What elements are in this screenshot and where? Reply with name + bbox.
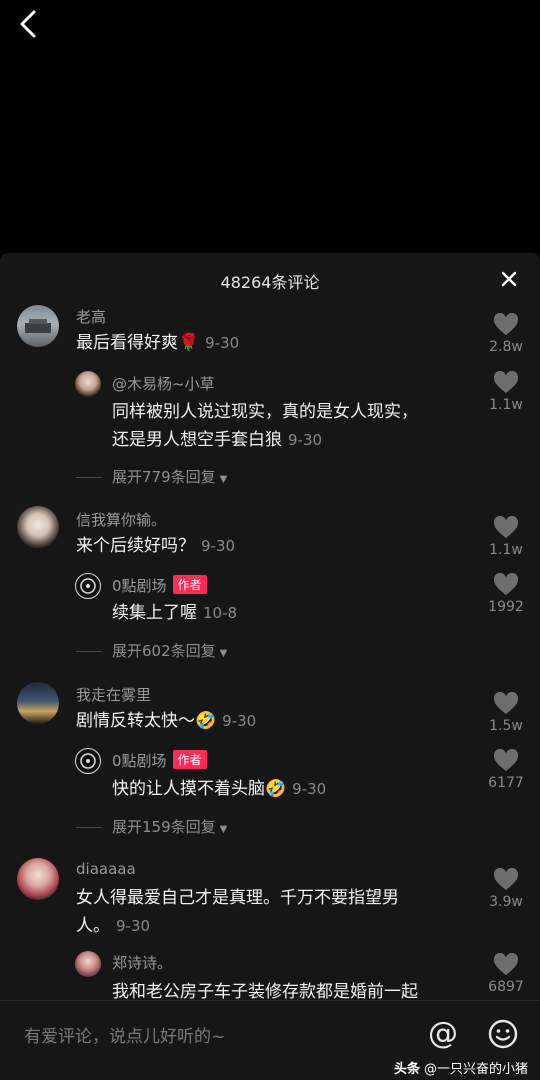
author-badge: 作者 <box>172 575 207 594</box>
reply-body: 续集上了喔 <box>112 603 197 623</box>
avatar[interactable] <box>75 748 101 774</box>
watermark-handle: @一只兴奋的小猪 <box>423 1062 528 1077</box>
close-icon <box>501 271 517 287</box>
avatar[interactable] <box>75 951 101 977</box>
watermark-brand: 头条 <box>393 1062 420 1077</box>
comment-text: 剧情反转太快～🤣 9-30 <box>76 707 256 735</box>
comment-text: 最后看得好爽🌹 9-30 <box>76 329 239 357</box>
reply-username-text[interactable]: 0點剧场 <box>112 577 167 595</box>
reply-username-text[interactable]: 0點剧场 <box>112 752 167 770</box>
heart-icon <box>493 953 519 975</box>
back-icon <box>20 10 36 38</box>
heart-icon <box>493 692 519 714</box>
avatar[interactable] <box>17 506 59 548</box>
comment-text: 来个后续好吗？ 9-30 <box>76 532 235 560</box>
reply-text: 快的让人摸不着头脑🤣 9-30 <box>112 775 326 803</box>
comment-date: 9-30 <box>222 712 257 730</box>
reply-text: 续集上了喔 10-8 <box>112 599 237 627</box>
comment-date: 9-30 <box>205 334 240 352</box>
reply-body: 快的让人摸不着头脑🤣 <box>112 779 287 799</box>
comment-username[interactable]: 我走在雾里 <box>76 684 151 705</box>
comment-body-line2: 人。 <box>76 916 110 936</box>
comment-date: 9-30 <box>201 537 236 555</box>
like-count: 1.1w <box>489 397 523 413</box>
reply-date: 9-30 <box>292 780 327 798</box>
like-count: 6177 <box>488 775 524 791</box>
reply-text: 同样被别人说过现实，真的是女人现实， 还是男人想空手套白狼 9-30 <box>112 398 418 454</box>
reply-body-line2: 还是男人想空手套白狼 <box>112 430 282 450</box>
comment-count-title: 48264条评论 <box>220 273 320 292</box>
reply-body: 我和老公房子车子装修存款都是婚前一起 <box>112 982 418 1002</box>
reply-username[interactable]: @木易杨~小草 <box>112 373 215 394</box>
comment-username[interactable]: 老高 <box>76 306 106 327</box>
comment-text: 女人得最爱自己才是真理。千万不要指望男 人。 9-30 <box>76 884 399 940</box>
heart-icon <box>493 573 519 595</box>
mention-button[interactable]: @ <box>428 1015 458 1053</box>
expand-replies-button[interactable]: 展开159条回复 ▼ <box>76 816 227 837</box>
expand-label: 展开602条回复 <box>112 642 216 660</box>
heart-icon <box>493 868 519 890</box>
like-button[interactable]: 1.1w <box>486 516 526 558</box>
reply-body-line1: 同样被别人说过现实，真的是女人现实， <box>112 402 418 422</box>
avatar[interactable] <box>75 371 101 397</box>
caret-down-icon: ▼ <box>219 648 228 659</box>
expand-label: 展开779条回复 <box>112 468 216 486</box>
like-button[interactable]: 3.9w <box>486 868 526 910</box>
heart-icon <box>493 516 519 538</box>
close-button[interactable] <box>500 270 518 288</box>
heart-icon <box>493 749 519 771</box>
caret-down-icon: ▼ <box>219 824 228 835</box>
heart-icon <box>493 313 519 335</box>
comment-input[interactable] <box>22 1019 406 1055</box>
author-badge: 作者 <box>172 750 207 769</box>
like-button[interactable]: 6897 <box>486 953 526 995</box>
reply-date: 10-8 <box>203 604 238 622</box>
reply-username: 0點剧场 作者 <box>112 575 207 596</box>
heart-icon <box>493 371 519 393</box>
at-icon: @ <box>428 1016 458 1051</box>
comment-date: 9-30 <box>116 917 151 935</box>
like-count: 1.5w <box>489 718 523 734</box>
comment-panel: 48264条评论 老高 最后看得好爽🌹 9-30 2.8w @木易杨~小草 同样被… <box>0 253 540 1080</box>
back-button[interactable] <box>14 6 42 42</box>
like-count: 1992 <box>488 599 524 615</box>
expand-label: 展开159条回复 <box>112 818 216 836</box>
emoji-button[interactable] <box>488 1019 518 1049</box>
expand-replies-button[interactable]: 展开779条回复 ▼ <box>76 466 227 487</box>
reply-username[interactable]: 郑诗诗。 <box>112 952 172 973</box>
emoji-icon <box>488 1019 518 1049</box>
like-count: 3.9w <box>489 894 523 910</box>
like-count: 1.1w <box>489 542 523 558</box>
reply-date: 9-30 <box>288 431 323 449</box>
reply-username: 0點剧场 作者 <box>112 750 207 771</box>
comment-username[interactable]: diaaaaa <box>76 860 136 878</box>
avatar[interactable] <box>17 858 59 900</box>
avatar[interactable] <box>17 305 59 347</box>
like-count: 6897 <box>488 979 524 995</box>
like-button[interactable]: 1992 <box>486 573 526 615</box>
comment-body: 来个后续好吗？ <box>76 536 195 556</box>
like-button[interactable]: 1.1w <box>486 371 526 413</box>
comment-username[interactable]: 信我算你输。 <box>76 509 166 530</box>
comment-body: 最后看得好爽🌹 <box>76 333 200 353</box>
like-button[interactable]: 6177 <box>486 749 526 791</box>
like-button[interactable]: 1.5w <box>486 692 526 734</box>
caret-down-icon: ▼ <box>219 474 228 485</box>
avatar[interactable] <box>75 573 101 599</box>
comment-body: 剧情反转太快～🤣 <box>76 711 217 731</box>
expand-replies-button[interactable]: 展开602条回复 ▼ <box>76 640 227 661</box>
like-button[interactable]: 2.8w <box>486 313 526 355</box>
watermark: 头条 @一只兴奋的小猪 <box>394 1058 528 1077</box>
like-count: 2.8w <box>489 339 523 355</box>
comments-screen: 48264条评论 老高 最后看得好爽🌹 9-30 2.8w @木易杨~小草 同样被… <box>0 0 540 1080</box>
comment-body-line1: 女人得最爱自己才是真理。千万不要指望男 <box>76 888 399 908</box>
avatar[interactable] <box>17 682 59 724</box>
